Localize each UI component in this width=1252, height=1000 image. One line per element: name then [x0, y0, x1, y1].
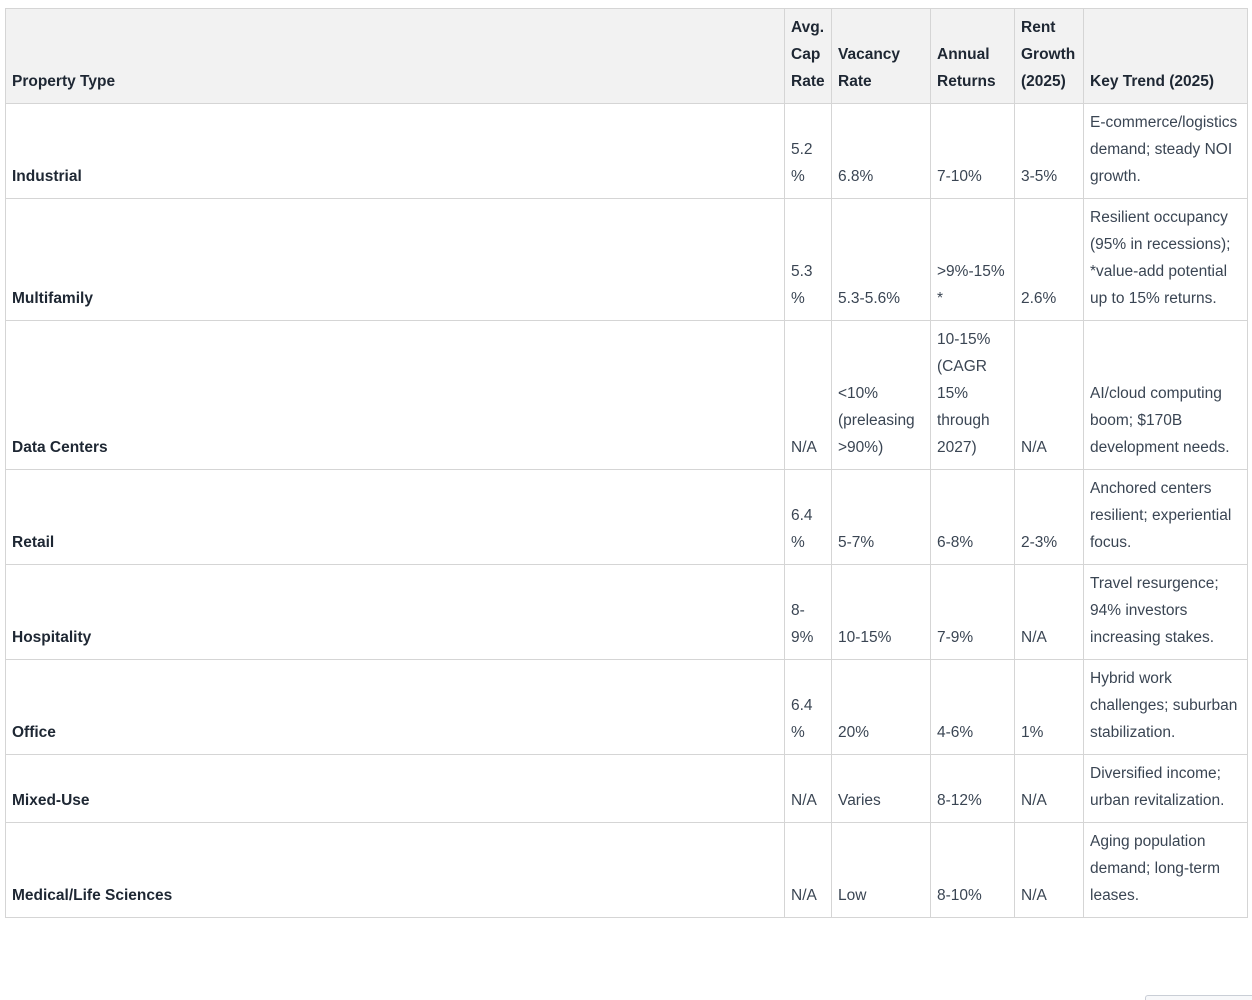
- cell-vacancy-rate: 5.3-5.6%: [831, 198, 931, 321]
- cell-property-type: Multifamily: [5, 198, 785, 321]
- cell-vacancy-rate: 20%: [831, 659, 931, 755]
- cell-rent-growth: N/A: [1014, 822, 1084, 918]
- cell-annual-returns: 7-10%: [930, 103, 1015, 199]
- cell-property-type: Medical/Life Sciences: [5, 822, 785, 918]
- cell-property-type: Hospitality: [5, 564, 785, 660]
- cell-property-type: Mixed-Use: [5, 754, 785, 823]
- table-row: Mixed-Use N/A Varies 8-12% N/A Diversifi…: [5, 754, 1248, 823]
- cell-key-trend: Hybrid work challenges; suburban stabili…: [1083, 659, 1248, 755]
- cell-annual-returns: 8-10%: [930, 822, 1015, 918]
- cell-key-trend: Anchored centers resilient; experiential…: [1083, 469, 1248, 565]
- header-annual-returns: Annual Returns: [930, 8, 1015, 104]
- header-rent-growth: Rent Growth (2025): [1014, 8, 1084, 104]
- cell-vacancy-rate: 10-15%: [831, 564, 931, 660]
- cell-cap-rate: N/A: [784, 320, 832, 470]
- cell-key-trend: Aging population demand; long-term lease…: [1083, 822, 1248, 918]
- cell-annual-returns: 6-8%: [930, 469, 1015, 565]
- cell-rent-growth: N/A: [1014, 320, 1084, 470]
- cell-cap-rate: 6.4%: [784, 659, 832, 755]
- table-row: Retail 6.4% 5-7% 6-8% 2-3% Anchored cent…: [5, 469, 1248, 565]
- table-row: Office 6.4% 20% 4-6% 1% Hybrid work chal…: [5, 659, 1248, 755]
- cell-rent-growth: 2.6%: [1014, 198, 1084, 321]
- cell-key-trend: Resilient occupancy (95% in recessions);…: [1083, 198, 1248, 321]
- cell-cap-rate: 5.2%: [784, 103, 832, 199]
- cell-annual-returns: 8-12%: [930, 754, 1015, 823]
- cell-key-trend: E-commerce/logistics demand; steady NOI …: [1083, 103, 1248, 199]
- table-row: Hospitality 8-9% 10-15% 7-9% N/A Travel …: [5, 564, 1248, 660]
- cell-vacancy-rate: Varies: [831, 754, 931, 823]
- header-avg-cap-rate: Avg. Cap Rate: [784, 8, 832, 104]
- cell-annual-returns: 10-15% (CAGR 15% through 2027): [930, 320, 1015, 470]
- cell-property-type: Retail: [5, 469, 785, 565]
- cell-cap-rate: N/A: [784, 822, 832, 918]
- table-body: Industrial 5.2% 6.8% 7-10% 3-5% E-commer…: [5, 103, 1248, 918]
- cell-rent-growth: N/A: [1014, 754, 1084, 823]
- cell-vacancy-rate: <10% (preleasing >90%): [831, 320, 931, 470]
- cell-rent-growth: 1%: [1014, 659, 1084, 755]
- cell-vacancy-rate: Low: [831, 822, 931, 918]
- cell-property-type: Industrial: [5, 103, 785, 199]
- cell-cap-rate: N/A: [784, 754, 832, 823]
- header-row: Property Type Avg. Cap Rate Vacancy Rate…: [5, 8, 1248, 104]
- table-row: Medical/Life Sciences N/A Low 8-10% N/A …: [5, 822, 1248, 918]
- cell-property-type: Office: [5, 659, 785, 755]
- table-row: Multifamily 5.3% 5.3-5.6% >9%-15%* 2.6% …: [5, 198, 1248, 321]
- header-key-trend: Key Trend (2025): [1083, 8, 1248, 104]
- table-row: Data Centers N/A <10% (preleasing >90%) …: [5, 320, 1248, 470]
- header-property-type: Property Type: [5, 8, 785, 104]
- cell-rent-growth: 2-3%: [1014, 469, 1084, 565]
- cell-key-trend: Travel resurgence; 94% investors increas…: [1083, 564, 1248, 660]
- header-vacancy-rate: Vacancy Rate: [831, 8, 931, 104]
- cell-annual-returns: >9%-15%*: [930, 198, 1015, 321]
- table-header: Property Type Avg. Cap Rate Vacancy Rate…: [5, 8, 1248, 104]
- cell-property-type: Data Centers: [5, 320, 785, 470]
- horizontal-scrollbar[interactable]: [1145, 995, 1252, 1000]
- cell-annual-returns: 7-9%: [930, 564, 1015, 660]
- cell-cap-rate: 6.4%: [784, 469, 832, 565]
- cell-rent-growth: 3-5%: [1014, 103, 1084, 199]
- cell-cap-rate: 8-9%: [784, 564, 832, 660]
- cell-cap-rate: 5.3%: [784, 198, 832, 321]
- property-comparison-table-wrapper: Property Type Avg. Cap Rate Vacancy Rate…: [5, 8, 1248, 918]
- cell-vacancy-rate: 5-7%: [831, 469, 931, 565]
- cell-vacancy-rate: 6.8%: [831, 103, 931, 199]
- table-row: Industrial 5.2% 6.8% 7-10% 3-5% E-commer…: [5, 103, 1248, 199]
- property-comparison-table: Property Type Avg. Cap Rate Vacancy Rate…: [5, 8, 1248, 918]
- cell-annual-returns: 4-6%: [930, 659, 1015, 755]
- cell-key-trend: AI/cloud computing boom; $170B developme…: [1083, 320, 1248, 470]
- cell-rent-growth: N/A: [1014, 564, 1084, 660]
- cell-key-trend: Diversified income; urban revitalization…: [1083, 754, 1248, 823]
